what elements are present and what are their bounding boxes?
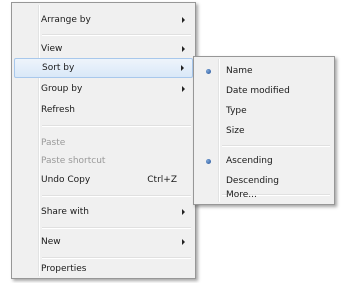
menu-item-label: Group by — [41, 84, 83, 94]
sort-option-more[interactable]: More... — [196, 185, 332, 205]
menu-separator — [42, 195, 191, 197]
menu-separator — [42, 34, 191, 36]
context-menu: Arrange by View Sort by Group by Refresh… — [11, 2, 196, 279]
menu-item-label: Size — [226, 126, 245, 136]
submenu-arrow-icon — [182, 46, 185, 52]
menu-item-paste: Paste — [14, 133, 193, 153]
menu-item-label: New — [41, 237, 61, 247]
menu-item-label: Undo Copy — [41, 175, 91, 185]
sort-option-name[interactable]: Name — [196, 61, 332, 81]
submenu-arrow-icon — [182, 17, 185, 23]
menu-item-label: Ascending — [226, 156, 273, 166]
menu-item-refresh[interactable]: Refresh — [14, 100, 193, 120]
radio-bullet-icon — [206, 69, 211, 74]
menu-item-new[interactable]: New — [14, 232, 193, 252]
sort-by-submenu: Name Date modified Type Size Ascending D… — [193, 56, 335, 205]
menu-separator — [222, 145, 330, 147]
menu-item-paste-shortcut: Paste shortcut — [14, 151, 193, 171]
menu-item-label: View — [41, 44, 63, 54]
menu-item-share-with[interactable]: Share with — [14, 202, 193, 222]
menu-separator — [42, 125, 191, 127]
menu-item-properties[interactable]: Properties — [14, 259, 193, 279]
shortcut-text: Ctrl+Z — [147, 175, 177, 185]
menu-item-label: Arrange by — [41, 15, 91, 25]
menu-item-label: Name — [226, 66, 253, 76]
radio-bullet-icon — [206, 159, 211, 164]
menu-item-view[interactable]: View — [14, 39, 193, 59]
menu-item-label: Properties — [41, 264, 87, 274]
menu-item-label: Type — [226, 106, 247, 116]
submenu-arrow-icon — [182, 239, 185, 245]
menu-item-arrange-by[interactable]: Arrange by — [14, 10, 193, 30]
menu-item-label: Share with — [41, 207, 89, 217]
menu-item-label: Paste shortcut — [41, 156, 106, 166]
menu-item-label: Date modified — [226, 86, 290, 96]
submenu-arrow-icon — [181, 65, 184, 71]
menu-item-label: Sort by — [42, 63, 75, 73]
menu-item-group-by[interactable]: Group by — [14, 79, 193, 99]
menu-item-undo-copy[interactable]: Undo Copy Ctrl+Z — [14, 170, 193, 190]
menu-item-sort-by[interactable]: Sort by — [14, 58, 193, 78]
sort-order-ascending[interactable]: Ascending — [196, 151, 332, 171]
sort-option-type[interactable]: Type — [196, 101, 332, 121]
menu-item-label: Paste — [41, 138, 66, 148]
submenu-arrow-icon — [182, 86, 185, 92]
menu-item-label: Refresh — [41, 105, 75, 115]
menu-item-label: More... — [226, 190, 257, 200]
sort-option-date-modified[interactable]: Date modified — [196, 81, 332, 101]
submenu-arrow-icon — [182, 209, 185, 215]
sort-option-size[interactable]: Size — [196, 121, 332, 141]
menu-separator — [42, 227, 191, 229]
